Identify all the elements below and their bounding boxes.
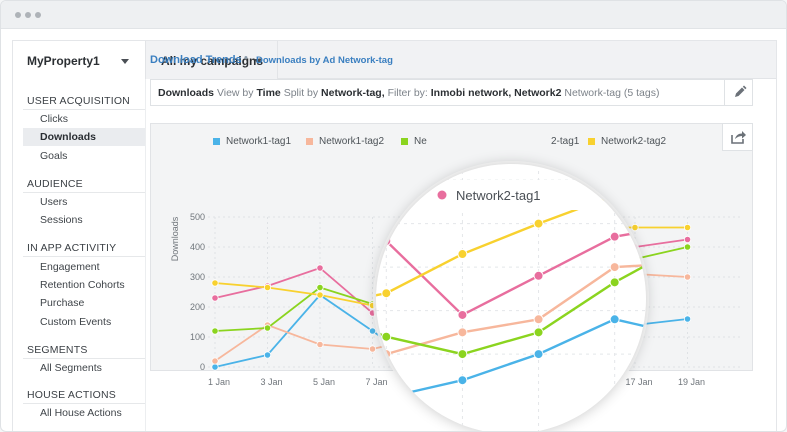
y-tick-label: 500 xyxy=(190,212,205,222)
app-window: MyProperty1 All my campaigns USER ACQUIS… xyxy=(0,0,787,432)
data-point xyxy=(609,314,620,325)
data-point xyxy=(457,309,468,320)
data-point xyxy=(368,309,377,317)
x-tick-label: 1 Jan xyxy=(208,377,230,387)
series-line xyxy=(376,264,646,358)
magnified-chart: Network2-tag1 xyxy=(376,164,646,431)
data-point xyxy=(263,283,272,292)
data-point xyxy=(683,273,692,281)
data-point xyxy=(381,331,392,342)
data-point xyxy=(368,327,377,335)
data-point xyxy=(263,351,272,359)
magnifier-lens: Network2-tag1 xyxy=(376,164,646,431)
data-point xyxy=(609,262,620,273)
tooltip-swatch xyxy=(437,190,447,200)
series-line xyxy=(376,230,646,317)
data-point xyxy=(533,349,544,360)
data-point xyxy=(683,243,692,251)
data-point xyxy=(457,375,468,386)
data-point xyxy=(316,264,324,272)
data-point xyxy=(457,349,468,360)
data-point xyxy=(211,363,219,371)
y-tick-label: 200 xyxy=(190,302,205,312)
y-tick-label: 400 xyxy=(190,242,205,252)
data-point xyxy=(368,345,377,353)
series-line xyxy=(376,194,646,297)
x-tick-label: 7 Jan xyxy=(365,377,387,387)
x-tick-label: 17 Jan xyxy=(625,377,652,387)
data-point xyxy=(316,291,324,299)
data-point xyxy=(316,340,324,349)
data-point xyxy=(683,223,692,232)
data-point xyxy=(211,357,219,365)
data-point xyxy=(211,327,219,335)
data-point xyxy=(533,218,544,229)
data-point xyxy=(609,231,620,242)
data-point xyxy=(457,249,468,260)
y-tick-label: 300 xyxy=(190,272,205,282)
data-point xyxy=(381,288,392,299)
data-point xyxy=(211,279,219,287)
data-point xyxy=(683,235,692,244)
data-point xyxy=(533,327,544,338)
tooltip-label: Network2-tag1 xyxy=(456,188,541,203)
y-tick-label: 100 xyxy=(190,332,205,342)
data-point xyxy=(631,223,639,232)
y-tick-label: 0 xyxy=(200,362,205,372)
data-point xyxy=(609,277,620,288)
data-point xyxy=(533,314,544,325)
data-point xyxy=(263,324,272,332)
x-tick-label: 5 Jan xyxy=(313,377,335,387)
data-point xyxy=(368,301,377,310)
x-tick-label: 19 Jan xyxy=(678,377,705,387)
data-point xyxy=(533,270,544,281)
data-point xyxy=(683,315,692,323)
data-point xyxy=(211,294,219,302)
x-tick-label: 3 Jan xyxy=(260,377,282,387)
y-axis-label: Downloads xyxy=(170,216,180,261)
data-point xyxy=(457,327,468,338)
data-point xyxy=(316,283,324,292)
